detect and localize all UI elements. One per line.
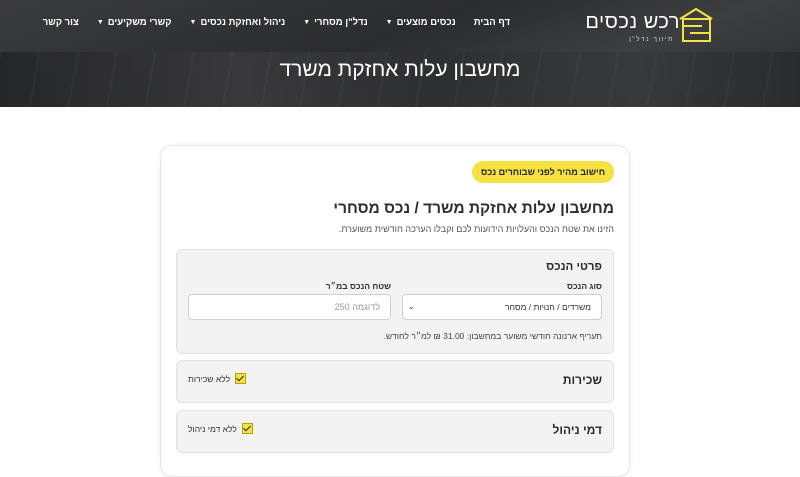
rent-title: שכירות <box>562 373 602 387</box>
chevron-down-icon: ▼ <box>303 19 311 26</box>
logo-name: רכש נכסים <box>585 11 680 33</box>
house-logo-icon <box>679 7 713 42</box>
property-type-value: משרדים / חנויות / מסחר <box>504 302 591 312</box>
nav-item-label: נדל"ן מסחרי <box>314 17 368 28</box>
no-rent-checkbox[interactable] <box>235 373 247 384</box>
nav-item-property-management[interactable]: ניהול ואחזקת נכסים ▼ <box>190 17 286 28</box>
management-fee-section: דמי ניהול ללא דמי ניהול <box>176 410 614 453</box>
calculator-description: הזינו את שטח הנכס והעלויות הידועות לכם ו… <box>338 224 614 234</box>
no-rent-label: ללא שכירות <box>188 373 231 384</box>
no-management-fee-option[interactable]: ללא דמי ניהול <box>188 423 253 434</box>
nav-item-commercial-real-estate[interactable]: נדל"ן מסחרי ▼ <box>303 17 367 28</box>
chevron-down-icon: ⌄ <box>408 302 415 311</box>
nav-item-label: צור קשר <box>42 17 79 28</box>
no-management-fee-label: ללא דמי ניהול <box>188 423 237 434</box>
chevron-down-icon: ▼ <box>189 19 197 26</box>
property-area-label: שטח הנכס במ״ר <box>325 281 391 291</box>
calculator-title: מחשבון עלות אחזקת משרד / נכס מסחרי <box>333 200 614 217</box>
page-title: מחשבון עלות אחזקת משרד <box>279 58 521 81</box>
property-details-section: פרטי הנכס סוג הנכס שטח הנכס במ״ר משרדים … <box>176 249 614 354</box>
management-fee-title: דמי ניהול <box>552 423 602 437</box>
nav-item-label: נכסים מוצעים <box>396 17 456 28</box>
nav-item-label: ניהול ואחזקת נכסים <box>200 17 286 28</box>
nav-item-investor-relations[interactable]: קשרי משקיעים ▼ <box>97 17 172 28</box>
calculator-card: חישוב מהיר לפני שבוחרים נכס מחשבון עלות … <box>160 145 630 477</box>
chevron-down-icon: ▼ <box>385 19 393 26</box>
nav-item-label: דף הבית <box>473 17 510 28</box>
nav-item-offered-properties[interactable]: נכסים מוצעים ▼ <box>386 17 456 28</box>
top-navigation-bar: רכש נכסים תיווך נדל"ן דף הבית נכסים מוצע… <box>0 0 800 50</box>
property-type-label: סוג הנכס <box>567 281 602 291</box>
property-type-select[interactable]: משרדים / חנויות / מסחר ⌄ <box>402 294 602 320</box>
site-logo[interactable]: רכש נכסים תיווך נדל"ן <box>585 6 714 46</box>
property-area-input[interactable]: לדוגמה 250 <box>188 294 391 320</box>
property-details-title: פרטי הנכס <box>546 261 602 273</box>
tax-rate-note: תעריף ארנונה חודשי משוער במחשבון: 31.00 … <box>383 331 602 341</box>
nav-item-label: קשרי משקיעים <box>107 17 172 28</box>
rent-section: שכירות ללא שכירות <box>176 360 614 403</box>
quick-calc-badge: חישוב מהיר לפני שבוחרים נכס <box>471 161 614 183</box>
nav-item-home[interactable]: דף הבית <box>474 17 510 28</box>
page-header: רכש נכסים תיווך נדל"ן דף הבית נכסים מוצע… <box>0 0 800 107</box>
main-nav: דף הבית נכסים מוצעים ▼ נדל"ן מסחרי ▼ ניה… <box>43 17 510 28</box>
chevron-down-icon: ▼ <box>96 19 104 26</box>
property-area-placeholder: לדוגמה 250 <box>334 302 380 312</box>
no-rent-option[interactable]: ללא שכירות <box>188 373 247 384</box>
nav-item-contact[interactable]: צור קשר <box>43 17 79 28</box>
logo-tagline: תיווך נדל"ן <box>629 36 674 43</box>
no-management-fee-checkbox[interactable] <box>241 423 253 434</box>
